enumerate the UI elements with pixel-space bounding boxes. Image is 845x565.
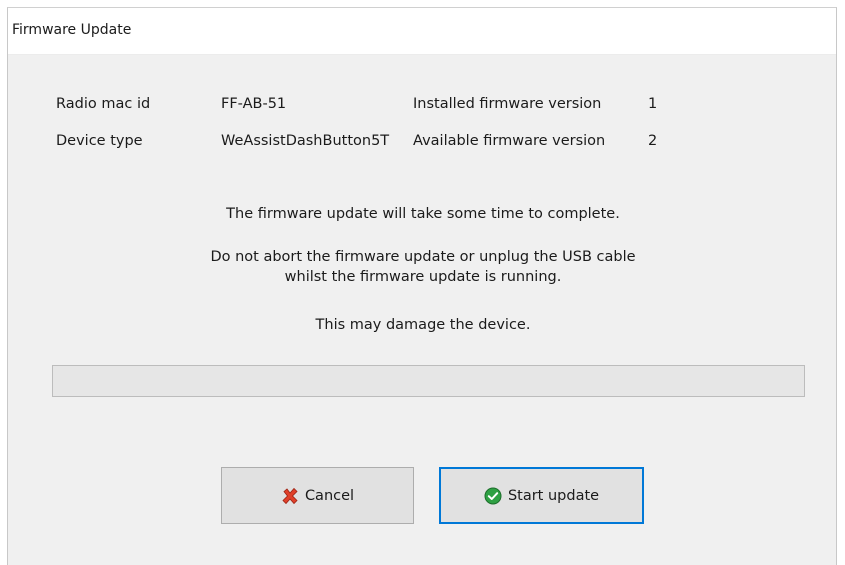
title-bar: Firmware Update [8,8,836,55]
installed-firmware-label: Installed firmware version [413,96,602,112]
installed-firmware-value: 1 [648,96,658,112]
red-x-icon [281,487,299,505]
available-firmware-value: 2 [648,133,658,149]
firmware-update-window: Firmware Update Radio mac id FF-AB-51 In… [7,7,837,565]
available-firmware-label: Available firmware version [413,133,606,149]
abort-warning-line2: whilst the firmware update is running. [284,269,562,285]
update-progress-bar [52,365,805,397]
window-title: Firmware Update [12,22,132,38]
abort-warning-line1: Do not abort the firmware update or unpl… [210,249,636,265]
cancel-button-label: Cancel [304,487,355,504]
damage-warning: This may damage the device. [315,317,531,333]
green-check-icon [484,487,502,505]
cancel-button[interactable]: Cancel [221,467,414,524]
duration-message: The firmware update will take some time … [226,206,620,222]
start-update-button-label: Start update [507,487,600,504]
device-type-label: Device type [56,133,143,149]
start-update-button[interactable]: Start update [439,467,644,524]
device-type-value: WeAssistDashButton5T [221,133,390,149]
radio-mac-value: FF-AB-51 [221,96,287,112]
radio-mac-label: Radio mac id [56,96,151,112]
